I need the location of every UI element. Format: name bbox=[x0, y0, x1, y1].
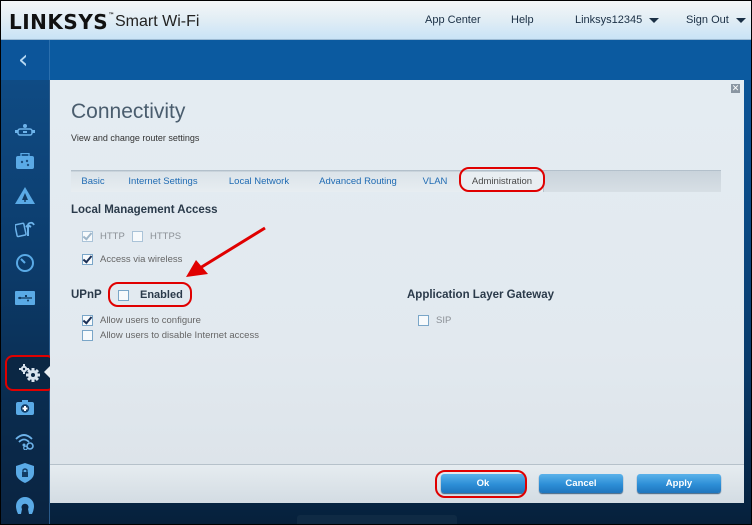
logo-text: LINKSYS bbox=[9, 10, 109, 34]
sidebar-item-wireless[interactable] bbox=[7, 427, 43, 455]
trademark: ™ bbox=[108, 12, 115, 19]
tab-local-network[interactable]: Local Network bbox=[211, 172, 308, 192]
panel-footer: Ok Cancel Apply bbox=[50, 464, 744, 503]
http-checkbox[interactable] bbox=[82, 231, 93, 242]
close-icon[interactable]: ✕ bbox=[731, 84, 740, 93]
open-source-icon bbox=[16, 497, 34, 514]
alg-title: Application Layer Gateway bbox=[407, 289, 554, 301]
upnp-title: UPnP bbox=[71, 289, 102, 301]
usb-icon bbox=[15, 291, 35, 305]
apply-button[interactable]: Apply bbox=[637, 474, 721, 493]
account-name: Linksys12345 bbox=[575, 14, 643, 26]
sip-checkbox[interactable] bbox=[418, 315, 429, 326]
shield-lock-icon bbox=[16, 463, 34, 483]
https-checkbox[interactable] bbox=[132, 231, 143, 242]
sidebar-item-guest-access[interactable] bbox=[7, 147, 43, 175]
upnp-enabled-highlight bbox=[108, 282, 192, 307]
speedometer-icon bbox=[16, 254, 34, 272]
bottom-tab-strip bbox=[297, 515, 457, 524]
brand-name: Smart Wi-Fi bbox=[115, 13, 200, 30]
page-subtitle: View and change router settings bbox=[71, 133, 200, 143]
sip-option[interactable]: SIP bbox=[418, 315, 451, 326]
media-refresh-icon bbox=[15, 221, 35, 238]
allow-configure-option[interactable]: Allow users to configure bbox=[82, 315, 201, 326]
linksys-window: LINKSYS™ Smart Wi-Fi App Center Help Lin… bbox=[0, 0, 752, 525]
chevron-down-icon bbox=[649, 17, 660, 23]
medical-kit-icon bbox=[16, 400, 34, 415]
sign-out-label: Sign Out bbox=[686, 14, 729, 26]
blue-band bbox=[1, 40, 751, 80]
cancel-button[interactable]: Cancel bbox=[539, 474, 623, 493]
account-menu[interactable]: Linksys12345 bbox=[575, 14, 660, 26]
connectivity-panel: ✕ Connectivity View and change router se… bbox=[50, 80, 744, 464]
sip-label: SIP bbox=[436, 315, 452, 326]
local-management-title: Local Management Access bbox=[71, 204, 218, 216]
allow-disable-checkbox[interactable] bbox=[82, 330, 93, 341]
tab-internet-settings[interactable]: Internet Settings bbox=[115, 172, 212, 192]
administration-tab-highlight bbox=[459, 167, 545, 192]
allow-disable-label: Allow users to disable Internet access bbox=[100, 330, 259, 341]
https-label: HTTPS bbox=[150, 231, 182, 242]
sidebar-item-openvpn[interactable] bbox=[7, 492, 43, 520]
tab-vlan[interactable]: VLAN bbox=[409, 172, 462, 192]
help-link[interactable]: Help bbox=[511, 14, 534, 26]
https-option[interactable]: HTTPS bbox=[132, 231, 181, 242]
back-button[interactable]: ‹ bbox=[1, 40, 50, 80]
sidebar-item-device-list[interactable] bbox=[7, 117, 43, 145]
sidebar-item-security[interactable] bbox=[7, 459, 43, 487]
ok-button-highlight bbox=[435, 470, 527, 498]
linksys-logo: LINKSYS™ bbox=[9, 10, 115, 34]
tab-strip: Basic Internet Settings Local Network Ad… bbox=[71, 170, 721, 192]
http-label: HTTP bbox=[100, 231, 125, 242]
chevron-down-icon bbox=[735, 17, 746, 23]
warning-tree-icon bbox=[15, 186, 35, 204]
wireless-access-option[interactable]: Access via wireless bbox=[82, 254, 182, 265]
tab-basic[interactable]: Basic bbox=[71, 172, 116, 192]
sidebar-item-parental-controls[interactable] bbox=[7, 181, 43, 209]
app-center-link[interactable]: App Center bbox=[425, 14, 481, 26]
gears-icon bbox=[19, 364, 40, 382]
sidebar-item-troubleshooting[interactable] bbox=[7, 394, 43, 422]
sidebar-item-media-prioritization[interactable] bbox=[7, 215, 43, 243]
allow-configure-label: Allow users to configure bbox=[100, 315, 201, 326]
chevron-left-icon: ‹ bbox=[18, 45, 29, 75]
devices-icon bbox=[15, 124, 35, 136]
allow-disable-option[interactable]: Allow users to disable Internet access bbox=[82, 330, 259, 341]
sidebar-item-speed-test[interactable] bbox=[7, 249, 43, 277]
wireless-access-checkbox[interactable] bbox=[82, 254, 93, 265]
briefcase-icon bbox=[16, 152, 34, 169]
page-title: Connectivity bbox=[71, 100, 186, 123]
sign-out-menu[interactable]: Sign Out bbox=[686, 14, 746, 26]
top-bar: LINKSYS™ Smart Wi-Fi App Center Help Lin… bbox=[1, 1, 751, 40]
wireless-access-label: Access via wireless bbox=[100, 254, 183, 265]
wifi-gear-icon bbox=[15, 434, 34, 450]
allow-configure-checkbox[interactable] bbox=[82, 315, 93, 326]
sidebar-item-external-storage[interactable] bbox=[7, 284, 43, 312]
tab-advanced-routing[interactable]: Advanced Routing bbox=[307, 172, 410, 192]
http-option[interactable]: HTTP bbox=[82, 231, 125, 242]
